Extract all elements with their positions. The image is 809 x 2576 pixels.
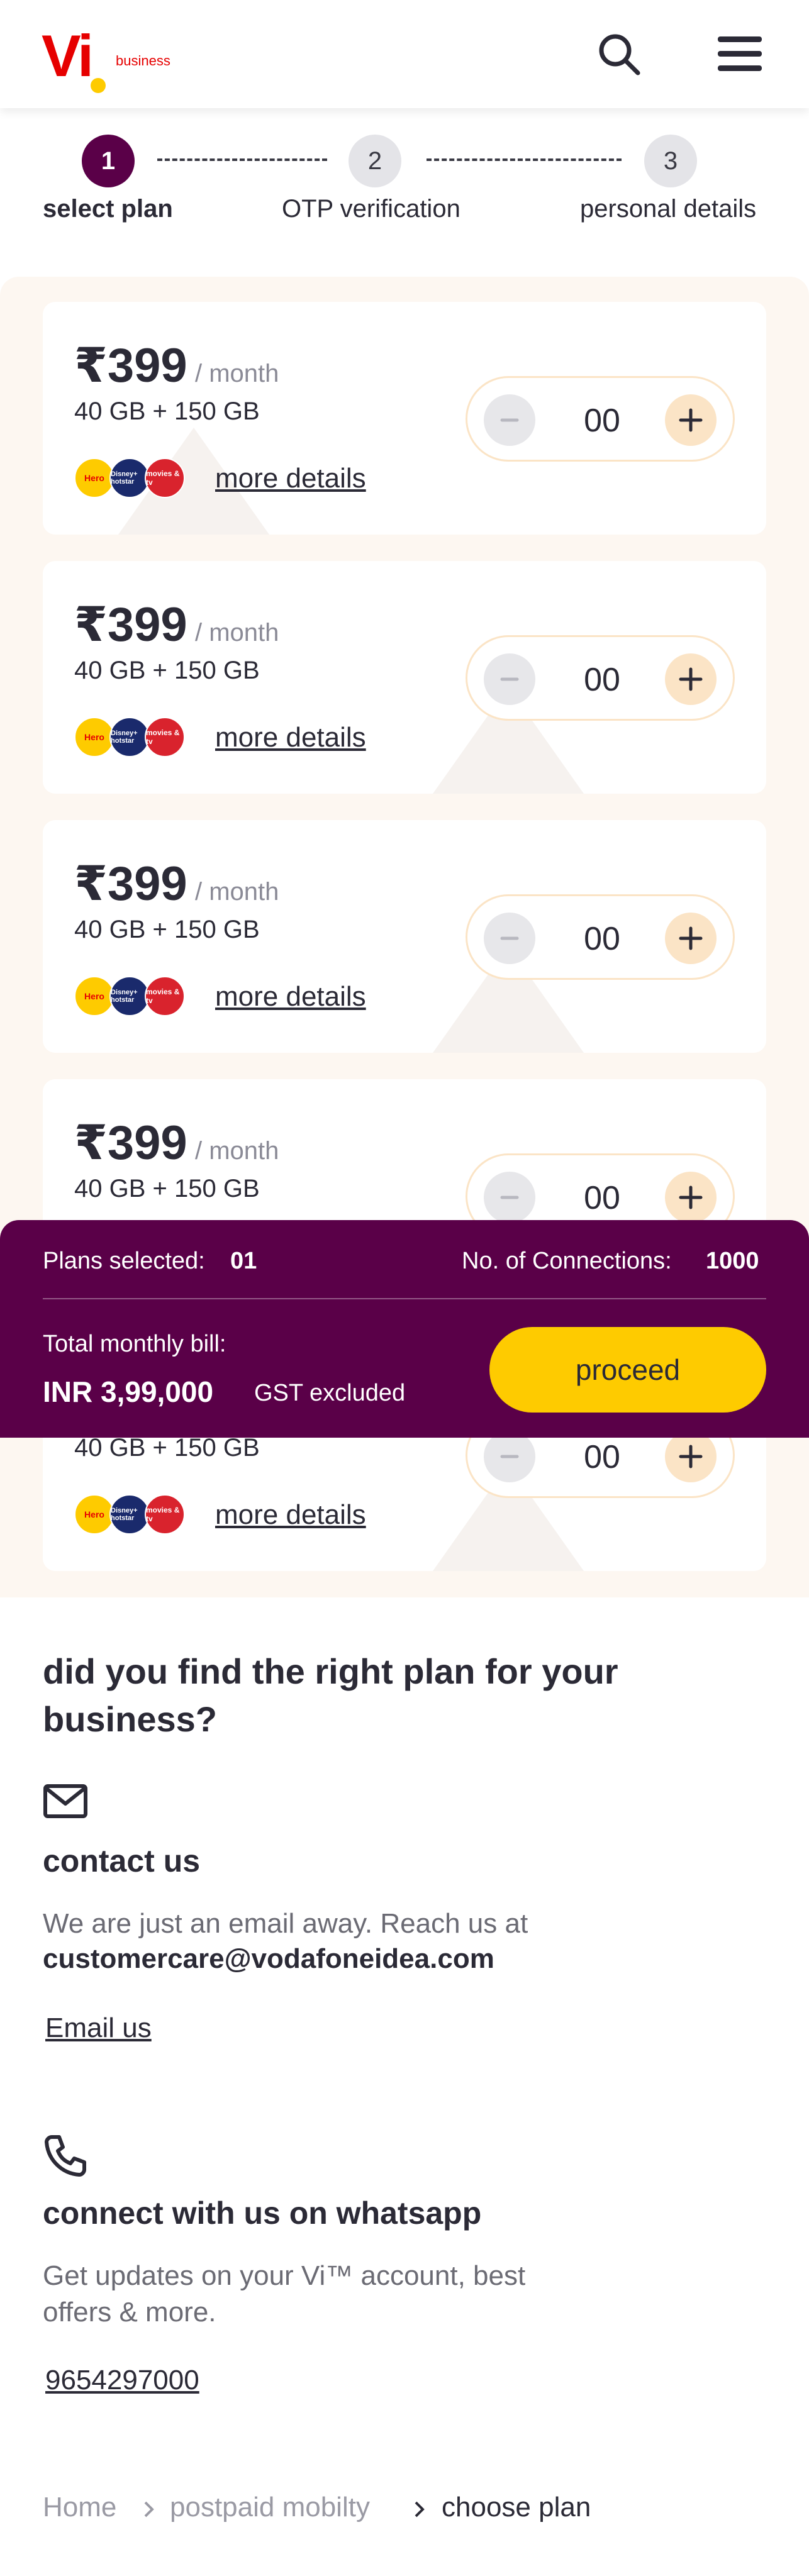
- step-2-label: OTP verification: [282, 195, 460, 223]
- whatsapp-number-link[interactable]: 9654297000: [45, 2365, 199, 2396]
- contact-heading: contact us: [43, 1843, 201, 1879]
- movies-tv-logo-icon: movies & tv: [145, 1494, 185, 1535]
- quantity-stepper: 00: [466, 376, 735, 462]
- plan-price: ₹399: [74, 857, 187, 911]
- contact-email[interactable]: customercare@vodafoneidea.com: [43, 1943, 494, 1975]
- quantity-stepper: 00: [466, 635, 735, 721]
- email-us-link[interactable]: Email us: [45, 2012, 152, 2044]
- connections-value: 1000: [706, 1248, 759, 1274]
- step-3-label: personal details: [580, 195, 757, 223]
- quantity-stepper: 00: [466, 894, 735, 980]
- whatsapp-heading: connect with us on whatsapp: [43, 2196, 482, 2231]
- quantity-value[interactable]: 00: [562, 920, 642, 958]
- hotstar-logo-icon: Disney+ hotstar: [109, 976, 150, 1016]
- hero-logo-icon: Hero: [74, 976, 114, 1016]
- contact-text: We are just an email away. Reach us at: [43, 1908, 528, 1939]
- step-connector: [427, 158, 622, 161]
- step-1-label: select plan: [43, 195, 173, 223]
- hotstar-logo-icon: Disney+ hotstar: [109, 717, 150, 757]
- increment-button[interactable]: [665, 1172, 717, 1223]
- plan-data: 40 GB + 150 GB: [74, 916, 260, 943]
- more-details-link[interactable]: more details: [215, 463, 366, 494]
- gst-note: GST excluded: [254, 1380, 406, 1406]
- more-details-link[interactable]: more details: [215, 981, 366, 1013]
- plan-period: / month: [195, 1137, 279, 1165]
- increment-button[interactable]: [665, 1431, 717, 1482]
- plan-period: / month: [195, 878, 279, 906]
- logo-mark: Vi: [42, 23, 94, 89]
- movies-tv-logo-icon: movies & tv: [145, 458, 185, 498]
- decrement-button[interactable]: [484, 1172, 535, 1223]
- plan-period: / month: [195, 619, 279, 647]
- hero-logo-icon: Hero: [74, 1494, 114, 1535]
- summary-divider: [43, 1298, 766, 1299]
- proceed-button[interactable]: proceed: [489, 1327, 766, 1413]
- mail-icon: [43, 1784, 91, 1831]
- quantity-value[interactable]: 00: [562, 661, 642, 699]
- progress-stepper: 1 2 3: [0, 108, 809, 277]
- search-icon[interactable]: [594, 29, 644, 79]
- breadcrumb-postpaid[interactable]: postpaid mobilty: [170, 2492, 370, 2523]
- connections-label: No. of Connections:: [462, 1248, 672, 1274]
- plan-data: 40 GB + 150 GB: [74, 397, 260, 425]
- ott-logos: Hero Disney+ hotstar movies & tv: [74, 717, 187, 757]
- plans-selected-label: Plans selected:: [43, 1248, 205, 1274]
- increment-button[interactable]: [665, 394, 717, 446]
- hotstar-logo-icon: Disney+ hotstar: [109, 458, 150, 498]
- increment-button[interactable]: [665, 913, 717, 964]
- phone-icon: [43, 2133, 91, 2181]
- bill-label: Total monthly bill:: [43, 1331, 226, 1357]
- plan-data: 40 GB + 150 GB: [74, 1434, 260, 1462]
- ott-logos: Hero Disney+ hotstar movies & tv: [74, 976, 187, 1016]
- quantity-value[interactable]: 00: [562, 1179, 642, 1217]
- ott-logos: Hero Disney+ hotstar movies & tv: [74, 1494, 187, 1535]
- movies-tv-logo-icon: movies & tv: [145, 976, 185, 1016]
- decrement-button[interactable]: [484, 394, 535, 446]
- plan-card: ₹399 / month 40 GB + 150 GB Hero Disney+…: [43, 820, 766, 1053]
- breadcrumb-home[interactable]: Home: [43, 2492, 116, 2523]
- decrement-button[interactable]: [484, 1431, 535, 1482]
- plan-price: ₹399: [74, 339, 187, 392]
- plan-price: ₹399: [74, 1116, 187, 1170]
- bill-total: INR 3,99,000: [43, 1375, 214, 1408]
- whatsapp-text: Get updates on your Vi™ account, best of…: [43, 2260, 526, 2328]
- decrement-button[interactable]: [484, 913, 535, 964]
- hotstar-logo-icon: Disney+ hotstar: [109, 1494, 150, 1535]
- step-1-indicator: 1: [82, 135, 135, 187]
- plan-price: ₹399: [74, 598, 187, 652]
- decrement-button[interactable]: [484, 653, 535, 705]
- help-title: did you find the right plan for your bus…: [43, 1652, 618, 1739]
- hamburger-menu-icon[interactable]: [715, 29, 765, 79]
- hero-logo-icon: Hero: [74, 458, 114, 498]
- more-details-link[interactable]: more details: [215, 722, 366, 753]
- ott-logos: Hero Disney+ hotstar movies & tv: [74, 458, 187, 498]
- quantity-value[interactable]: 00: [562, 402, 642, 440]
- movies-tv-logo-icon: movies & tv: [145, 717, 185, 757]
- logo-tagline: business: [116, 53, 170, 69]
- vi-business-logo[interactable]: Vi business: [42, 23, 180, 93]
- breadcrumb-current: choose plan: [442, 2492, 591, 2523]
- plan-card: ₹399 / month 40 GB + 150 GB Hero Disney+…: [43, 302, 766, 535]
- step-connector: [157, 158, 327, 161]
- chevron-right-icon: [410, 2497, 429, 2522]
- plan-data: 40 GB + 150 GB: [74, 657, 260, 684]
- plan-card: ₹399 / month 40 GB + 150 GB Hero Disney+…: [43, 561, 766, 794]
- top-header: Vi business: [0, 0, 809, 108]
- more-details-link[interactable]: more details: [215, 1499, 366, 1531]
- selection-summary-bar: Plans selected: 01 No. of Connections: 1…: [0, 1220, 809, 1438]
- step-2-indicator: 2: [349, 135, 401, 187]
- chevron-right-icon: [140, 2497, 159, 2522]
- plan-data: 40 GB + 150 GB: [74, 1175, 260, 1202]
- hero-logo-icon: Hero: [74, 717, 114, 757]
- plans-selected-value: 01: [230, 1248, 257, 1274]
- increment-button[interactable]: [665, 653, 717, 705]
- logo-dot: [91, 78, 106, 93]
- step-3-indicator: 3: [644, 135, 697, 187]
- plan-period: / month: [195, 360, 279, 387]
- quantity-value[interactable]: 00: [562, 1438, 642, 1476]
